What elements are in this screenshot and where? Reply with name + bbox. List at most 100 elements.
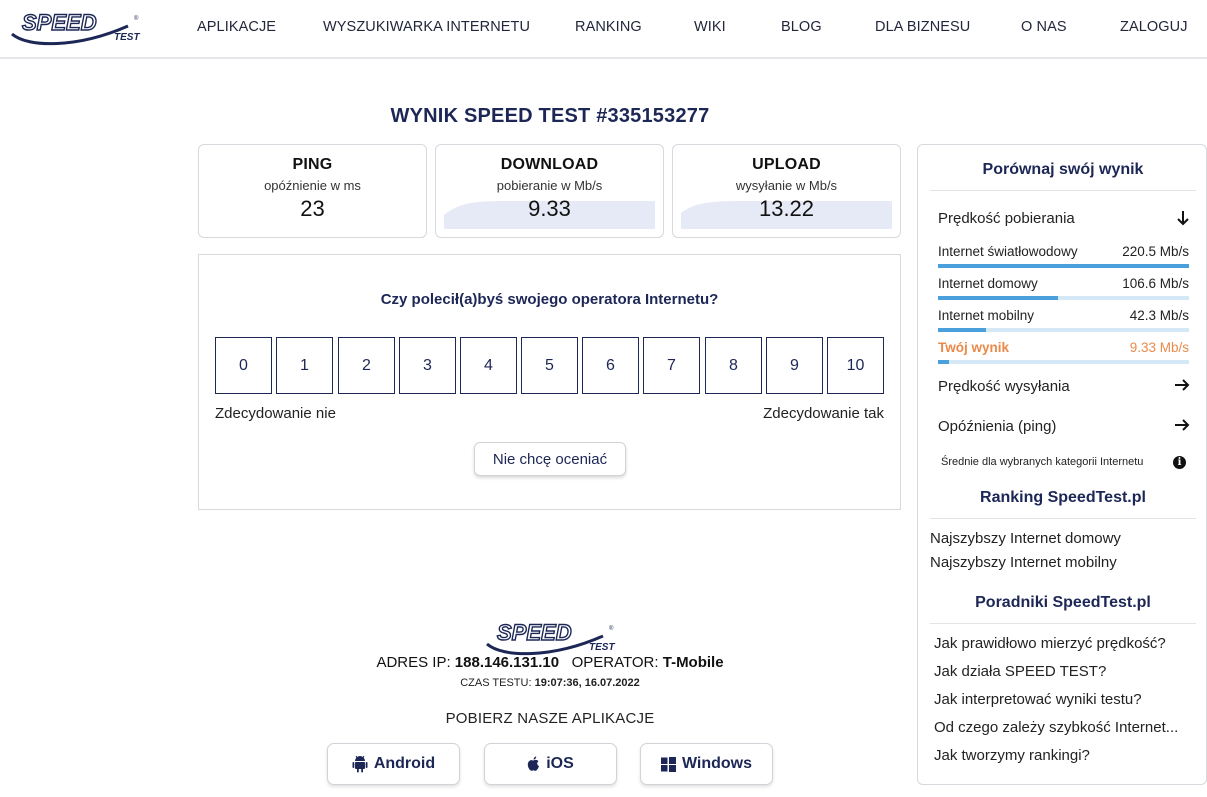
guide-link-5[interactable]: Jak tworzymy rankingi?	[934, 747, 1090, 764]
upload-label: UPLOAD	[752, 156, 821, 173]
compare-bar-track	[938, 264, 1189, 268]
ip-value: 188.146.131.10	[454, 654, 560, 671]
nav-ranking[interactable]: RANKING	[575, 19, 642, 35]
rating-question: Czy polecił(a)byś swojego operatora Inte…	[380, 291, 719, 308]
compare-panel: Porównaj swój wynik Prędkość pobierania …	[917, 144, 1207, 785]
rating-option-4[interactable]: 4	[460, 337, 517, 394]
skip-rating-button[interactable]: Nie chcę oceniać	[474, 442, 626, 476]
download-speed-toggle[interactable]: Prędkość pobierania	[938, 210, 1190, 227]
ping-section-label: Opóźnienia (ping)	[938, 418, 1057, 435]
ping-toggle[interactable]: Opóźnienia (ping)	[938, 418, 1190, 435]
operator-value: T-Mobile	[662, 654, 724, 671]
nav-wyszukiwarka[interactable]: WYSZUKIWARKA INTERNETU	[323, 19, 530, 35]
result-title: WYNIK SPEED TEST #335153277	[390, 105, 710, 127]
android-app-button[interactable]: Android	[327, 743, 460, 785]
compare-row-label: Internet mobilny	[938, 308, 1035, 323]
nav-o-nas[interactable]: O NAS	[1021, 19, 1067, 35]
android-label: Android	[373, 755, 436, 772]
upload-speed-toggle[interactable]: Prędkość wysyłania	[938, 378, 1190, 395]
download-label: DOWNLOAD	[500, 156, 599, 173]
download-value: 9.33	[528, 196, 571, 221]
compare-bar-fill	[938, 296, 1059, 300]
rating-option-9[interactable]: 9	[766, 337, 823, 394]
nav-zaloguj[interactable]: ZALOGUJ	[1120, 19, 1188, 35]
arrow-right-icon	[1175, 379, 1190, 391]
ios-app-button[interactable]: iOS	[484, 743, 617, 785]
info-icon[interactable]: i	[1173, 456, 1186, 469]
compare-bar-fill	[938, 264, 1189, 268]
download-card: DOWNLOAD pobieranie w Mb/s 9.33	[435, 144, 664, 238]
windows-app-button[interactable]: Windows	[640, 743, 773, 785]
download-speed-label: Prędkość pobierania	[938, 210, 1075, 227]
apple-icon	[528, 756, 540, 771]
compare-bar-track	[938, 360, 1189, 364]
ping-value: 23	[300, 196, 325, 221]
guide-link-4[interactable]: Od czego zależy szybkość Internet...	[934, 719, 1178, 736]
arrow-right-icon	[1175, 419, 1190, 431]
rating-option-8[interactable]: 8	[705, 337, 762, 394]
rating-high-label: Zdecydowanie tak	[763, 405, 884, 422]
upload-card: UPLOAD wysyłanie w Mb/s 13.22	[672, 144, 901, 238]
speedtest-logo[interactable]: SPEED TEST ®	[8, 6, 143, 46]
svg-text:®: ®	[134, 15, 139, 22]
compare-row-fiber: Internet światłowodowy 220.5 Mb/s	[938, 244, 1189, 270]
rating-option-10[interactable]: 10	[827, 337, 884, 394]
guides-title: Poradniki SpeedTest.pl	[975, 594, 1151, 611]
rating-option-0[interactable]: 0	[215, 337, 272, 394]
divider	[930, 623, 1196, 624]
ranking-link-mobile[interactable]: Najszybszy Internet mobilny	[930, 554, 1117, 571]
compare-title: Porównaj swój wynik	[982, 161, 1144, 178]
rating-low-label: Zdecydowanie nie	[215, 405, 336, 422]
ping-label: PING	[292, 156, 333, 173]
nav-blog[interactable]: BLOG	[781, 19, 822, 35]
svg-text:TEST: TEST	[589, 642, 615, 653]
rating-option-6[interactable]: 6	[582, 337, 639, 394]
compare-row-value: 220.5 Mb/s	[1122, 244, 1189, 259]
divider	[930, 518, 1196, 519]
compare-bar-track	[938, 296, 1189, 300]
arrow-down-icon	[1177, 211, 1189, 226]
compare-row-value: 9.33 Mb/s	[1129, 340, 1189, 355]
upload-sub: wysyłanie w Mb/s	[735, 178, 838, 193]
compare-row-your-result: Twój wynik 9.33 Mb/s	[938, 340, 1189, 366]
divider	[930, 190, 1196, 191]
android-icon	[352, 755, 368, 773]
compare-bar-fill	[938, 328, 986, 332]
compare-row-home: Internet domowy 106.6 Mb/s	[938, 276, 1189, 302]
operator-label: OPERATOR:	[571, 654, 659, 671]
ranking-link-home[interactable]: Najszybszy Internet domowy	[930, 530, 1121, 547]
guide-link-3[interactable]: Jak interpretować wyniki testu?	[934, 691, 1142, 708]
svg-text:SPEED: SPEED	[22, 10, 97, 35]
windows-icon	[660, 756, 676, 772]
ip-label: ADRES IP:	[376, 654, 451, 671]
compare-row-label: Internet domowy	[938, 276, 1038, 291]
nav-wiki[interactable]: WIKI	[694, 19, 726, 35]
time-label: CZAS TESTU:	[460, 677, 532, 689]
svg-text:®: ®	[609, 625, 614, 632]
windows-label: Windows	[681, 755, 753, 772]
rating-option-1[interactable]: 1	[276, 337, 333, 394]
compare-row-mobile: Internet mobilny 42.3 Mb/s	[938, 308, 1189, 334]
rating-option-2[interactable]: 2	[338, 337, 395, 394]
speedtest-footer-logo: SPEED TEST ®	[486, 619, 615, 656]
nav-aplikacje[interactable]: APLIKACJE	[197, 19, 276, 35]
rating-option-5[interactable]: 5	[521, 337, 578, 394]
nav-dla-biznesu[interactable]: DLA BIZNESU	[875, 19, 970, 35]
averages-note: Średnie dla wybranych kategorii Internet…	[941, 456, 1144, 468]
rating-option-3[interactable]: 3	[399, 337, 456, 394]
compare-row-value: 106.6 Mb/s	[1122, 276, 1189, 291]
download-sub: pobieranie w Mb/s	[496, 178, 603, 193]
rating-panel: Czy polecił(a)byś swojego operatora Inte…	[198, 254, 901, 510]
compare-row-value: 42.3 Mb/s	[1129, 308, 1189, 323]
top-nav: SPEED TEST ® APLIKACJE WYSZUKIWARKA INTE…	[0, 0, 1207, 59]
time-value: 19:07:36, 16.07.2022	[534, 677, 640, 689]
ping-card: PING opóźnienie w ms 23	[198, 144, 427, 238]
guide-link-2[interactable]: Jak działa SPEED TEST?	[934, 663, 1106, 680]
upload-speed-label: Prędkość wysyłania	[938, 378, 1070, 395]
ranking-title: Ranking SpeedTest.pl	[980, 489, 1146, 506]
rating-option-7[interactable]: 7	[643, 337, 700, 394]
ping-sub: opóźnienie w ms	[264, 178, 361, 193]
compare-row-label: Internet światłowodowy	[938, 244, 1078, 259]
guide-link-1[interactable]: Jak prawidłowo mierzyć prędkość?	[934, 635, 1166, 652]
svg-text:SPEED: SPEED	[497, 620, 572, 645]
